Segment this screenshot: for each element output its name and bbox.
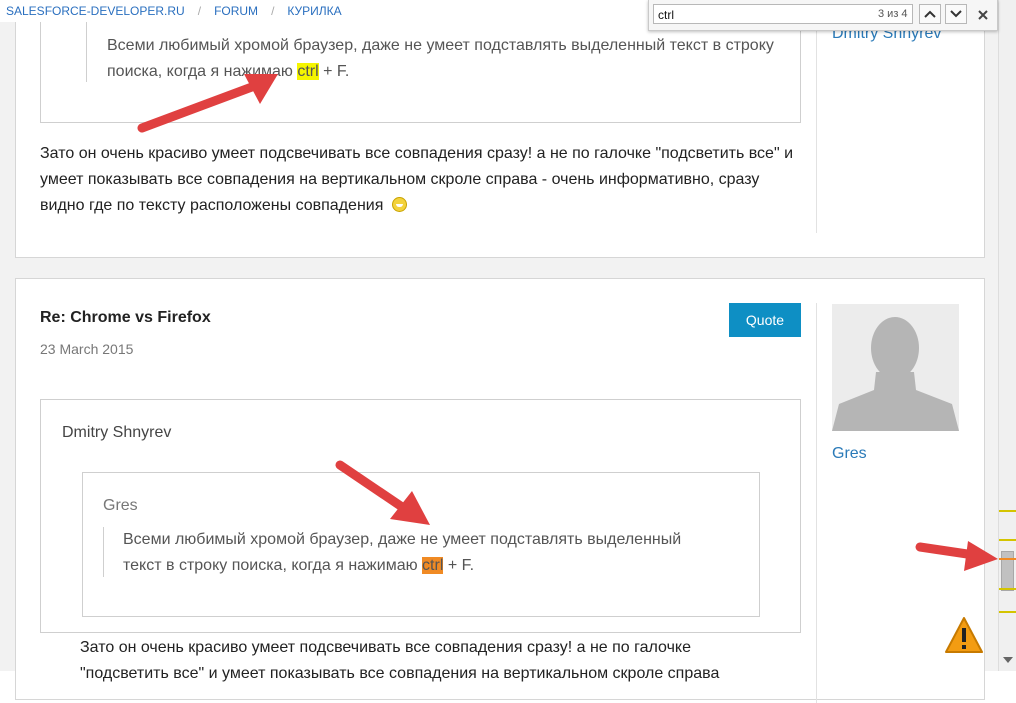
warning-icon[interactable] (944, 616, 984, 656)
post-author-link[interactable]: Gres (832, 445, 867, 463)
scroll-match-marker (999, 588, 1016, 590)
nested-quote-block: Gres Всеми любимый хромой браузер, даже … (82, 472, 760, 617)
find-previous-button[interactable] (919, 4, 941, 24)
scroll-match-marker (999, 558, 1016, 560)
quote-text: Всеми любимый хромой браузер, даже не ум… (123, 527, 743, 579)
post-body-line: Зато он очень красиво умеет подсвечивать… (80, 639, 691, 656)
quote-block: Dmitry Shnyrev Gres Всеми любимый хромой… (40, 399, 801, 633)
forum-post: Всеми любимый хромой браузер, даже не ум… (15, 0, 985, 258)
smile-emoji-icon (391, 197, 407, 212)
quote-text-line: Всеми любимый хромой браузер, даже не ум… (123, 531, 682, 548)
find-close-button[interactable] (974, 6, 992, 24)
find-bar: ctrl 3 из 4 (648, 0, 998, 31)
quote-text-line: поиска, когда я нажимаю (107, 63, 293, 80)
forum-post: Re: Chrome vs Firefox 23 March 2015 Quot… (15, 278, 985, 703)
quote-author: Dmitry Shnyrev (62, 424, 172, 441)
scroll-match-marker (999, 539, 1016, 541)
quote-line (103, 527, 104, 577)
post-body-line: "подсветить все" и умеет показывать все … (80, 665, 720, 682)
quote-text-line: Всеми любимый хромой браузер, даже не ум… (107, 37, 774, 54)
chevron-up-icon (924, 10, 936, 18)
scroll-match-marker (999, 611, 1016, 613)
post-body-line: видно где по тексту расположены совпаден… (40, 197, 384, 214)
scrollbar-thumb[interactable] (1001, 551, 1014, 591)
quote-text: Всеми любимый хромой браузер, даже не ум… (107, 33, 797, 85)
user-avatar-icon[interactable] (832, 304, 959, 431)
post-body: Зато он очень красиво умеет подсвечивать… (80, 635, 800, 687)
scroll-match-marker (999, 510, 1016, 512)
post-divider (816, 303, 817, 703)
search-match-highlight: ctrl (297, 63, 319, 80)
post-body: Зато он очень красиво умеет подсвечивать… (40, 141, 810, 219)
post-date: 23 March 2015 (40, 341, 134, 357)
breadcrumb-separator: / (271, 4, 275, 18)
quote-text-suffix: + F. (318, 63, 350, 80)
post-title: Re: Chrome vs Firefox (40, 309, 211, 326)
find-next-button[interactable] (945, 4, 967, 24)
quote-button[interactable]: Quote (729, 303, 801, 337)
breadcrumb: SALESFORCE-DEVELOPER.RU / FORUM / КУРИЛК… (0, 0, 342, 22)
current-search-match: ctrl (422, 557, 444, 574)
post-divider (816, 0, 817, 233)
page-background: SALESFORCE-DEVELOPER.RU / FORUM / КУРИЛК… (0, 0, 998, 703)
chevron-down-icon (950, 10, 962, 18)
breadcrumb-item-site[interactable]: SALESFORCE-DEVELOPER.RU (6, 4, 185, 18)
quote-text-line: текст в строку поиска, когда я нажимаю (123, 557, 418, 574)
quote-author: Gres (103, 497, 138, 514)
breadcrumb-item-forum[interactable]: FORUM (214, 4, 258, 18)
find-input[interactable]: ctrl (653, 4, 913, 24)
breadcrumb-item-kurilka[interactable]: КУРИЛКА (287, 4, 341, 18)
scroll-down-icon[interactable] (1003, 657, 1013, 663)
breadcrumb-separator: / (197, 4, 202, 18)
close-icon (978, 10, 988, 20)
quote-text-suffix: + F. (443, 557, 475, 574)
post-body-line: Зато он очень красиво умеет подсвечивать… (40, 145, 794, 162)
vertical-scrollbar[interactable] (998, 0, 1016, 671)
post-body-line: умеет показывать все совпадения на верти… (40, 171, 760, 188)
find-match-count: 3 из 4 (878, 8, 908, 20)
